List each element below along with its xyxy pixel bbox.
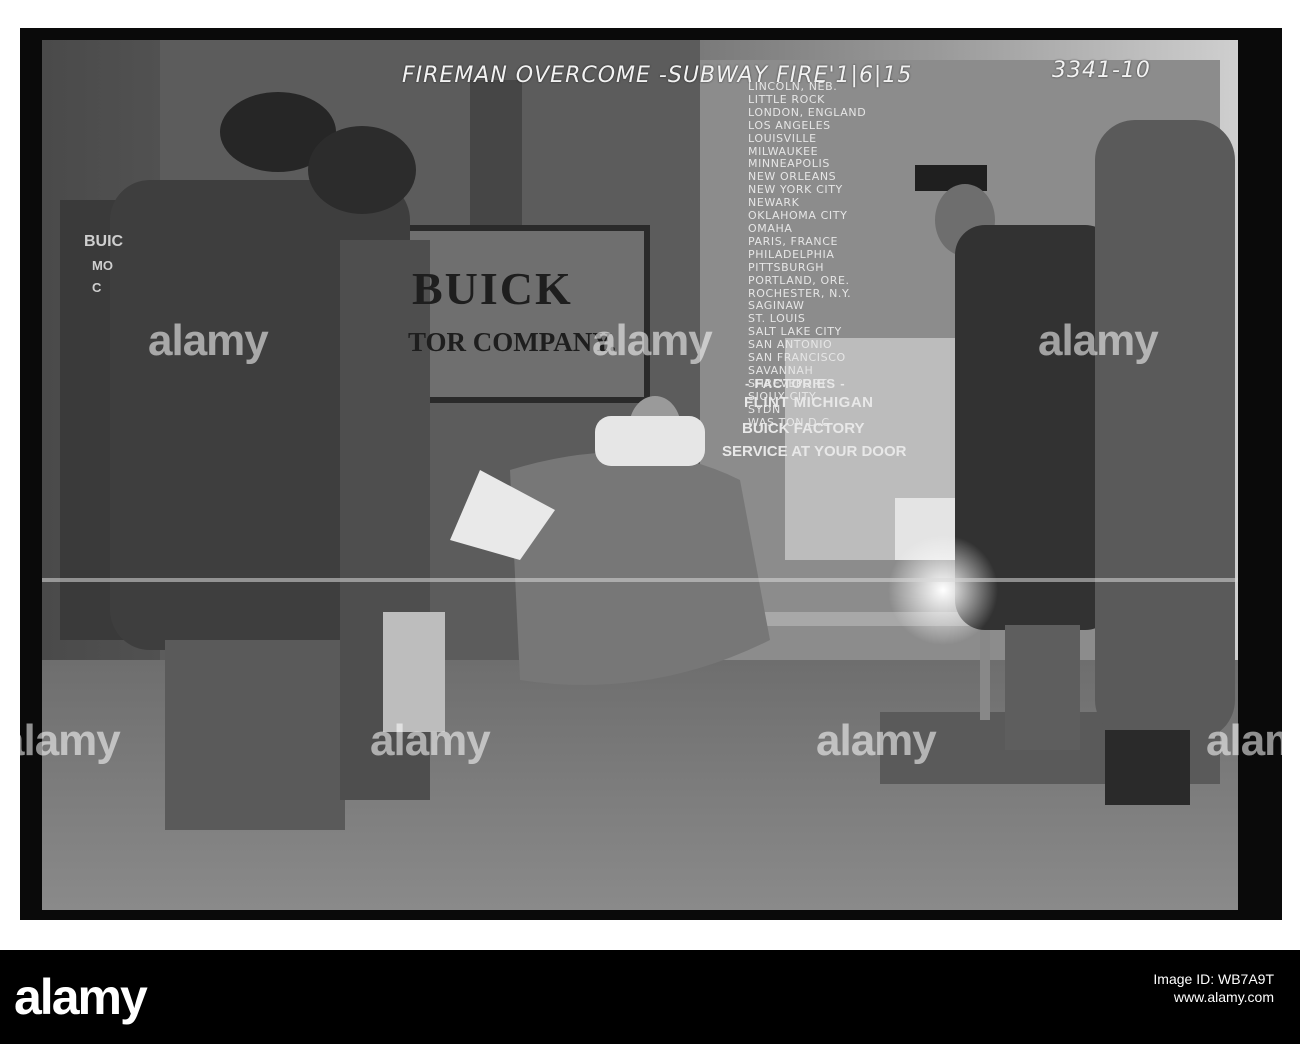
building-sign-company: TOR COMPANY. [408, 327, 617, 357]
raincoat-figure [1095, 120, 1235, 740]
building-sign-buick: BUICK [412, 263, 573, 314]
watermark: alamy [816, 716, 937, 765]
poster-factories: - FACTORIES - [745, 376, 846, 391]
poster-service-at-your-door: SERVICE AT YOUR DOOR [722, 443, 907, 460]
man-bowler-legs [165, 640, 345, 830]
light-glare [888, 535, 998, 645]
city-item: PARIS, FRANCE [748, 234, 839, 248]
photo-caption-number: 3341-10 [1052, 58, 1151, 83]
watermark: alamy [1038, 316, 1159, 365]
city-item: LINCOLN, NEB. [748, 80, 838, 93]
city-item: LOUISVILLE [748, 131, 817, 145]
fireman-boot [383, 612, 445, 732]
watermark: alamy [148, 316, 269, 365]
city-item: OMAHA [748, 221, 793, 235]
city-item: PORTLAND, ORE. [748, 273, 850, 287]
watermark: alamy [370, 716, 491, 765]
left-window-text-1: BUIC [84, 233, 124, 250]
city-item: PHILADELPHIA [748, 247, 835, 261]
stretcher-leg [980, 620, 990, 720]
image-id-label: Image ID: WB7A9T [1153, 971, 1274, 987]
fireman-helmet [308, 126, 416, 214]
website-label: www.alamy.com [1173, 989, 1274, 1005]
poster-flint-michigan: FLINT MICHIGAN [744, 394, 874, 411]
raincoat-boots [1105, 730, 1190, 805]
banner-info: Image ID: WB7A9T www.alamy.com [1153, 970, 1274, 1006]
watermark: alamy [592, 316, 713, 365]
officer-legs [1005, 625, 1080, 750]
alamy-logo: alamy [14, 969, 148, 1025]
pillow [595, 416, 705, 466]
city-item: PITTSBURGH [748, 260, 825, 274]
seated-fireman-blanket [510, 452, 770, 685]
city-item: LOS ANGELES [748, 118, 831, 132]
left-window-text-2: MO [92, 258, 113, 273]
city-item: LONDON, ENGLAND [748, 105, 867, 119]
historical-photograph: FIREMAN OVERCOME -SUBWAY FIRE'1|6|15 334… [0, 0, 1300, 950]
stock-banner: alamy Image ID: WB7A9T www.alamy.com [0, 950, 1300, 1044]
photo-scene [20, 28, 1282, 920]
light-streak [42, 578, 1238, 582]
ornamental-bracket [470, 80, 522, 230]
watermark: alamy [1206, 716, 1300, 765]
city-item: LITTLE ROCK [748, 92, 825, 106]
left-window-text-3: C [92, 280, 102, 295]
watermark: alamy [0, 716, 121, 765]
poster-buick-factory: BUICK FACTORY [742, 420, 865, 437]
city-item: SAN FRANCISCO [748, 351, 846, 365]
